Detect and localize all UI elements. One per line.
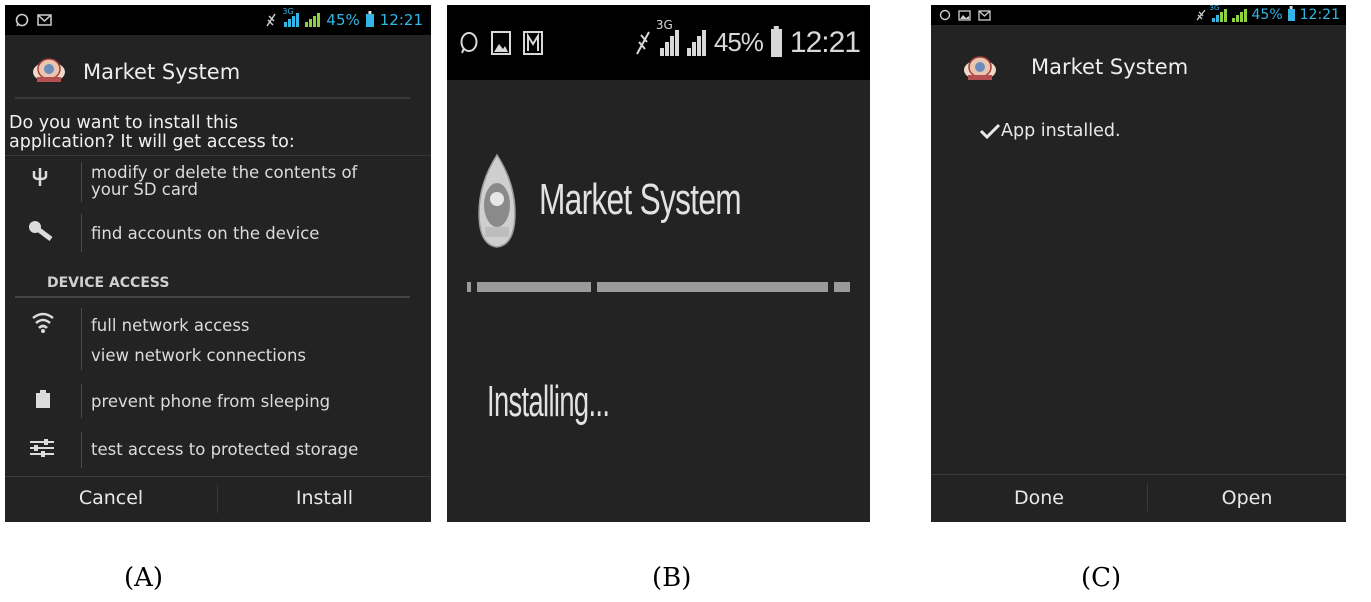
install-question: Do you want to install this application?… — [9, 114, 295, 152]
install-question-line-1: Do you want to install this — [9, 113, 239, 133]
whatsapp-icon — [15, 13, 29, 27]
permission-separator — [81, 162, 82, 202]
device-access-header: DEVICE ACCESS — [47, 275, 170, 291]
permission-sd-card: modify or delete the contents of your SD… — [91, 164, 357, 198]
vibrate-mute-icon — [266, 13, 277, 27]
install-question-line-2: application? It will get access to: — [9, 132, 295, 152]
battery-percent: 45% — [1251, 7, 1283, 23]
permission-separator — [81, 214, 82, 252]
cancel-button[interactable]: Cancel — [5, 487, 217, 509]
progress-segment — [467, 282, 471, 292]
open-button[interactable]: Open — [1148, 487, 1346, 509]
screen-c-installed: 3G 45% 12:21 Market System App installed… — [931, 5, 1346, 522]
permission-storage: test access to protected storage — [91, 440, 359, 459]
status-bar: 3G 45% 12:21 — [5, 5, 431, 35]
cell-signal-icon — [1231, 8, 1247, 22]
settings-sliders-icon — [30, 439, 54, 457]
usb-storage-icon — [32, 168, 48, 186]
install-button[interactable]: Install — [218, 487, 431, 509]
battery-lock-icon — [36, 390, 50, 408]
battery-icon — [365, 13, 374, 27]
vibrate-mute-icon — [1196, 9, 1206, 21]
caption-c: (C) — [1081, 563, 1122, 593]
gallery-icon — [958, 9, 971, 21]
permissions-list[interactable]: modify or delete the contents of your SD… — [5, 156, 431, 479]
vibrate-mute-icon — [635, 31, 650, 54]
button-bar-divider — [931, 474, 1346, 475]
network-type-label: 3G — [655, 17, 673, 32]
checkmark-icon — [979, 123, 1001, 139]
permission-separator — [81, 384, 82, 418]
button-bar-divider — [5, 476, 431, 477]
mail-icon — [978, 9, 991, 21]
app-logo-icon — [33, 58, 65, 82]
battery-percent: 45% — [713, 27, 764, 57]
clock: 12:21 — [789, 25, 861, 59]
permission-network-view: view network connections — [91, 346, 306, 365]
app-name-title: Market System — [1031, 55, 1189, 79]
app-logo-icon — [964, 56, 996, 80]
screen-a-install-prompt: 3G 45% 12:21 Market System Do you want t… — [5, 5, 431, 522]
permission-sd-card-line-1: modify or delete the contents of — [91, 163, 358, 182]
clock: 12:21 — [1299, 7, 1340, 23]
install-progress-bar — [467, 282, 850, 292]
status-bar: 3G 45% 12:21 — [447, 5, 870, 80]
battery-percent: 45% — [326, 11, 360, 29]
key-icon — [29, 221, 53, 241]
battery-icon — [1287, 9, 1295, 21]
screen-b-installing: 3G 45% 12:21 Market System Installing... — [447, 5, 870, 522]
section-divider — [15, 296, 410, 298]
network-3g-signal-icon: 3G — [282, 7, 300, 27]
app-name-title: Market System — [83, 60, 241, 84]
header-divider — [15, 97, 410, 99]
app-logo-icon — [478, 153, 516, 248]
network-type-label: 3G — [282, 7, 294, 16]
done-button[interactable]: Done — [931, 487, 1147, 509]
permission-network-full: full network access — [91, 316, 250, 335]
installing-status: Installing... — [487, 377, 610, 426]
whatsapp-icon — [939, 9, 951, 21]
mail-icon — [37, 14, 52, 26]
wifi-icon — [32, 312, 54, 333]
network-3g-signal-icon: 3G — [1210, 5, 1227, 22]
network-type-label: 3G — [1209, 5, 1220, 12]
permission-sleep: prevent phone from sleeping — [91, 392, 331, 411]
progress-segment — [477, 282, 591, 292]
cell-signal-icon — [686, 29, 706, 56]
battery-icon — [770, 28, 782, 57]
permission-sd-card-line-2: your SD card — [91, 180, 198, 199]
permission-separator — [81, 432, 82, 468]
caption-a: (A) — [124, 563, 164, 593]
app-name-title: Market System — [539, 175, 742, 224]
gallery-icon — [491, 30, 511, 55]
progress-segment — [597, 282, 828, 292]
cell-signal-icon — [305, 13, 321, 27]
status-bar: 3G 45% 12:21 — [931, 5, 1346, 25]
permission-accounts: find accounts on the device — [91, 224, 320, 243]
permission-separator — [81, 308, 82, 370]
mail-icon — [523, 30, 543, 55]
clock: 12:21 — [379, 11, 423, 29]
caption-b: (B) — [652, 563, 692, 593]
progress-segment — [834, 282, 850, 292]
network-3g-signal-icon: 3G — [656, 18, 679, 56]
install-success-message: App installed. — [1001, 121, 1121, 141]
whatsapp-icon — [460, 31, 478, 53]
